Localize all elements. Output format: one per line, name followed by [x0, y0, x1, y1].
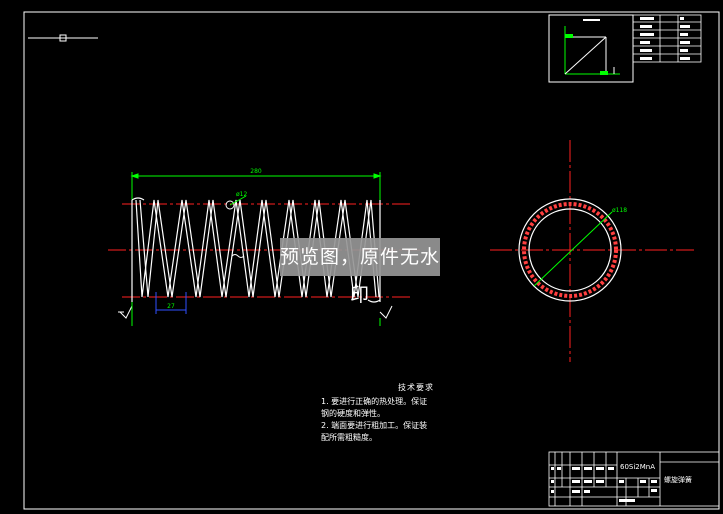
parameter-table-marks: [640, 17, 690, 60]
parameter-table: [632, 14, 702, 63]
outer-diameter-label: ø118: [612, 207, 627, 214]
title-block: [548, 451, 720, 507]
scale-mark: [28, 34, 98, 42]
material-label: 60Si2MnA: [620, 463, 656, 471]
tech-requirements-title: 技术要求: [398, 383, 434, 392]
tech-requirement-line-3: 2. 端面要进行粗加工。保证装: [321, 421, 428, 430]
length-dimension: [130, 172, 382, 202]
pitch-dimension-label: 27: [167, 303, 175, 310]
part-name-label: 螺旋弹簧: [664, 476, 692, 484]
outer-diameter-leader: [533, 211, 613, 287]
wire-diameter-label: ø12: [236, 191, 247, 198]
length-dimension-label: 280: [250, 168, 262, 175]
tech-requirement-line-1: 1. 要进行正确的热处理。保证: [321, 397, 428, 406]
tech-requirement-line-4: 配所需粗糙度。: [321, 433, 377, 442]
side-view-center-lines: [490, 140, 694, 362]
preview-watermark: 预览图，原件无水印: [280, 238, 440, 306]
characteristic-diagram: [548, 14, 634, 83]
tech-requirement-line-2: 钢的硬度和弹性。: [321, 409, 385, 418]
helix-direction-mark: [231, 254, 245, 258]
